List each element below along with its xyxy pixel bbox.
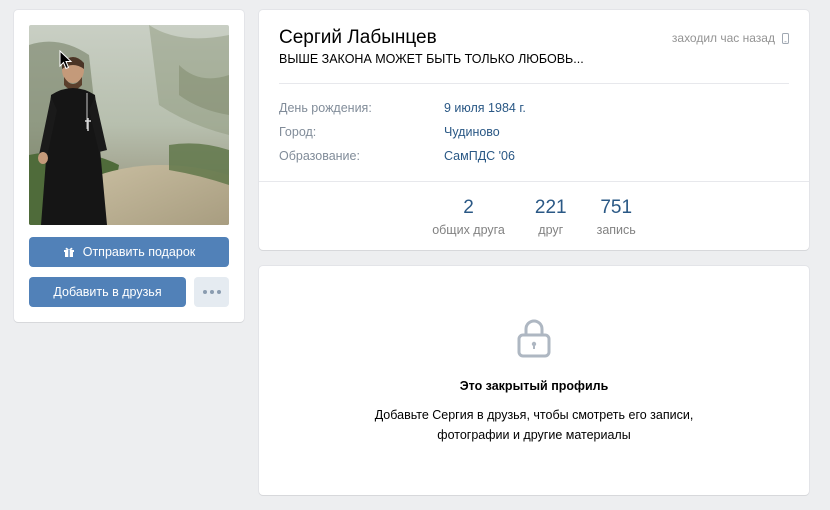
more-dots-icon (216, 290, 221, 294)
mobile-phone-icon (782, 32, 789, 44)
counter-value: 751 (600, 197, 633, 218)
closed-profile-text: Добавьте Сергия в друзья, чтобы смотреть… (259, 405, 809, 445)
lock-icon (517, 319, 551, 358)
more-dots-icon (202, 290, 207, 294)
send-gift-label: Отправить подарок (82, 245, 196, 259)
counter-label: запись (596, 223, 636, 237)
counter-label: общих друга (432, 223, 505, 237)
info-value-link[interactable]: Чудиново (444, 125, 500, 139)
send-gift-button[interactable]: Отправить подарок (29, 237, 229, 267)
info-label: Город: (279, 125, 317, 139)
profile-counters: 2 общих друга 221 друг 751 запись (259, 196, 809, 237)
profile-name: Сергий Лабынцев (279, 27, 437, 48)
more-actions-button[interactable] (194, 277, 229, 307)
gift-icon (63, 247, 74, 257)
info-value-link[interactable]: 9 июля 1984 г. (444, 101, 526, 115)
counter-label: друг (538, 223, 564, 237)
add-friend-button[interactable]: Добавить в друзья (29, 277, 186, 307)
last-seen: заходил час назад (672, 31, 789, 45)
info-row-city: Город: Чудиново (279, 125, 500, 139)
counter-value: 221 (534, 197, 567, 218)
counters-divider (259, 181, 809, 182)
info-row-education: Образование: СамПДС '06 (279, 149, 515, 163)
closed-profile-card: Это закрытый профиль Добавьте Сергия в д… (259, 266, 809, 495)
header-divider (279, 83, 789, 84)
profile-status: ВЫШЕ ЗАКОНА МОЖЕТ БЫТЬ ТОЛЬКО ЛЮБОВЬ... (279, 52, 584, 66)
mouse-cursor-icon (59, 50, 73, 70)
info-value-link[interactable]: СамПДС '06 (444, 149, 515, 163)
closed-profile-text-line: фотографии и другие материалы (437, 428, 631, 442)
counter-friends[interactable]: 221 друг (535, 196, 567, 237)
info-label: Образование: (279, 149, 360, 163)
counter-mutual-friends[interactable]: 2 общих друга (432, 196, 505, 237)
info-row-birthday: День рождения: 9 июля 1984 г. (279, 101, 526, 115)
info-label: День рождения: (279, 101, 372, 115)
last-seen-text: заходил час назад (671, 31, 775, 45)
closed-profile-title: Это закрытый профиль (459, 379, 609, 393)
closed-profile-text-line: Добавьте Сергия в друзья, чтобы смотреть… (374, 408, 694, 422)
add-friend-label: Добавить в друзья (53, 285, 162, 299)
profile-info-card: Сергий Лабынцев ВЫШЕ ЗАКОНА МОЖЕТ БЫТЬ Т… (259, 10, 809, 250)
more-dots-icon (209, 290, 214, 294)
counter-posts[interactable]: 751 запись (597, 196, 636, 237)
counter-value: 2 (463, 197, 474, 218)
avatar-card: Отправить подарок Добавить в друзья (14, 10, 244, 322)
